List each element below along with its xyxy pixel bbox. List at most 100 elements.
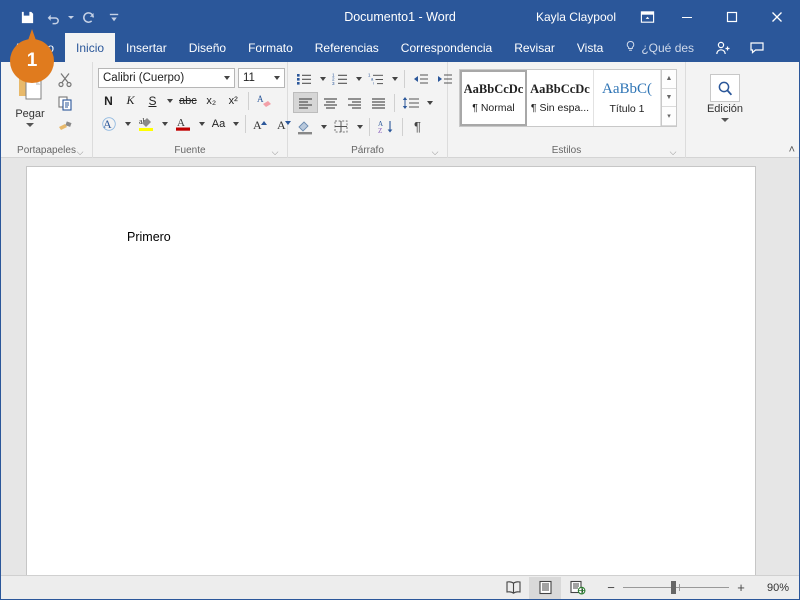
styles-gallery-scrollbar[interactable]: ▲ ▼ ▾ — [661, 70, 676, 127]
show-formatting-marks-button[interactable]: ¶ — [407, 116, 428, 137]
numbered-list-caret[interactable] — [353, 68, 364, 89]
user-account-name[interactable]: Kayla Claypool — [536, 10, 630, 24]
tab-diseno[interactable]: Diseño — [178, 33, 237, 62]
sort-az-icon[interactable]: AZ — [374, 116, 398, 137]
multilevel-list-caret[interactable] — [389, 68, 400, 89]
undo-icon[interactable] — [41, 6, 65, 28]
copy-icon[interactable] — [54, 92, 76, 113]
underline-dropdown-caret[interactable] — [164, 90, 175, 111]
align-right-icon[interactable] — [343, 92, 366, 113]
group-edicion: Edición ˄ — [686, 62, 799, 158]
tell-me-search[interactable]: ¿Qué des — [614, 33, 704, 62]
font-family-combo[interactable]: Calibri (Cuerpo) — [98, 68, 235, 88]
numbered-list-icon[interactable]: 123 — [329, 68, 352, 89]
ribbon-display-options-icon[interactable] — [630, 1, 664, 33]
text-effects-caret[interactable] — [122, 113, 133, 134]
collapse-ribbon-icon[interactable]: ˄ — [789, 144, 795, 156]
shading-caret[interactable] — [318, 116, 329, 137]
paste-dropdown-caret[interactable] — [26, 123, 34, 127]
minimize-button[interactable] — [664, 1, 709, 33]
tab-inicio[interactable]: Inicio — [65, 33, 116, 62]
zoom-slider-tick — [679, 584, 680, 591]
line-spacing-icon[interactable] — [399, 92, 423, 113]
parrafo-dialog-launcher[interactable]: ⌵ — [430, 147, 440, 157]
bullet-list-icon[interactable] — [293, 68, 316, 89]
zoom-control[interactable]: − + 90% — [605, 580, 789, 595]
multilevel-list-icon[interactable]: 1ai — [365, 68, 388, 89]
close-button[interactable] — [754, 1, 799, 33]
zoom-slider[interactable] — [623, 581, 729, 594]
comments-icon[interactable] — [740, 33, 774, 62]
subscript-button[interactable]: x₂ — [201, 90, 222, 111]
undo-dropdown-caret[interactable] — [68, 15, 74, 19]
document-body-text[interactable]: Primero — [127, 230, 171, 244]
print-layout-icon[interactable] — [529, 576, 561, 599]
change-case-button[interactable]: Aa — [208, 113, 229, 134]
zoom-in-button[interactable]: + — [735, 580, 747, 595]
style-sin-espaciado[interactable]: AaBbCcDc ¶ Sin espa... — [527, 70, 594, 126]
paste-icon — [15, 70, 45, 107]
superscript-button[interactable]: x² — [223, 90, 244, 111]
document-canvas[interactable]: Primero — [1, 158, 799, 575]
tab-insertar[interactable]: Insertar — [115, 33, 178, 62]
styles-more-icon[interactable]: ▾ — [662, 107, 676, 127]
zoom-slider-thumb[interactable] — [671, 581, 676, 594]
shading-icon[interactable] — [293, 116, 317, 137]
paste-button[interactable]: Pegar — [6, 65, 54, 127]
paragraph-separator-1 — [404, 69, 405, 88]
tab-revisar[interactable]: Revisar — [503, 33, 566, 62]
font-color-caret[interactable] — [196, 113, 207, 134]
font-family-value: Calibri (Cuerpo) — [103, 72, 185, 84]
editing-button[interactable]: Edición — [701, 70, 749, 122]
cut-icon[interactable] — [54, 69, 76, 90]
tab-correspondencia[interactable]: Correspondencia — [390, 33, 503, 62]
line-spacing-caret[interactable] — [424, 92, 435, 113]
bold-button[interactable]: N — [98, 90, 119, 111]
tab-referencias[interactable]: Referencias — [304, 33, 390, 62]
redo-icon[interactable] — [76, 6, 100, 28]
bullet-list-caret[interactable] — [317, 68, 328, 89]
clear-formatting-icon[interactable]: A — [253, 90, 277, 111]
read-mode-icon[interactable] — [497, 577, 529, 599]
font-family-caret[interactable] — [220, 76, 234, 80]
font-color-icon[interactable]: A — [171, 113, 195, 134]
zoom-out-button[interactable]: − — [605, 580, 617, 595]
tab-formato[interactable]: Formato — [237, 33, 304, 62]
save-icon[interactable] — [15, 6, 39, 28]
tab-vista[interactable]: Vista — [566, 33, 614, 62]
highlight-caret[interactable] — [159, 113, 170, 134]
align-center-icon[interactable] — [319, 92, 342, 113]
font-size-caret[interactable] — [270, 76, 284, 80]
zoom-level-label[interactable]: 90% — [757, 582, 789, 594]
strikethrough-button[interactable]: abc — [176, 90, 200, 111]
estilos-dialog-launcher[interactable]: ⌵ — [668, 147, 678, 157]
decrease-indent-icon[interactable] — [409, 68, 432, 89]
grow-font-icon[interactable]: A — [250, 113, 273, 134]
borders-caret[interactable] — [354, 116, 365, 137]
document-page[interactable]: Primero — [26, 166, 756, 575]
editing-dropdown-caret[interactable] — [721, 118, 729, 122]
fuente-dialog-launcher[interactable]: ⌵ — [270, 147, 280, 157]
font-size-combo[interactable]: 11 — [238, 68, 285, 88]
web-layout-icon[interactable] — [561, 577, 593, 599]
styles-scroll-down-icon[interactable]: ▼ — [662, 88, 676, 108]
portapapeles-dialog-launcher[interactable]: ⌵ — [75, 147, 85, 157]
group-label-portapapeles: Portapapeles ⌵ — [6, 144, 87, 158]
style-normal-label: ¶ Normal — [472, 102, 515, 114]
align-left-icon[interactable] — [293, 92, 318, 113]
underline-button[interactable]: S — [142, 90, 163, 111]
change-case-caret[interactable] — [230, 113, 241, 134]
italic-button[interactable]: K — [120, 90, 141, 111]
tab-archivo[interactable]: Archivo — [3, 33, 65, 62]
styles-scroll-up-icon[interactable]: ▲ — [662, 70, 676, 89]
customize-qat-icon[interactable] — [102, 6, 126, 28]
share-person-icon[interactable] — [706, 33, 740, 62]
justify-icon[interactable] — [367, 92, 390, 113]
highlight-icon[interactable]: ab — [134, 113, 158, 134]
maximize-button[interactable] — [709, 1, 754, 33]
borders-icon[interactable] — [330, 116, 353, 137]
text-effects-icon[interactable]: A — [98, 113, 121, 134]
format-painter-icon[interactable] — [54, 115, 76, 136]
style-titulo-1[interactable]: AaBbC( Título 1 — [594, 70, 661, 126]
style-normal[interactable]: AaBbCcDc ¶ Normal — [460, 70, 527, 126]
